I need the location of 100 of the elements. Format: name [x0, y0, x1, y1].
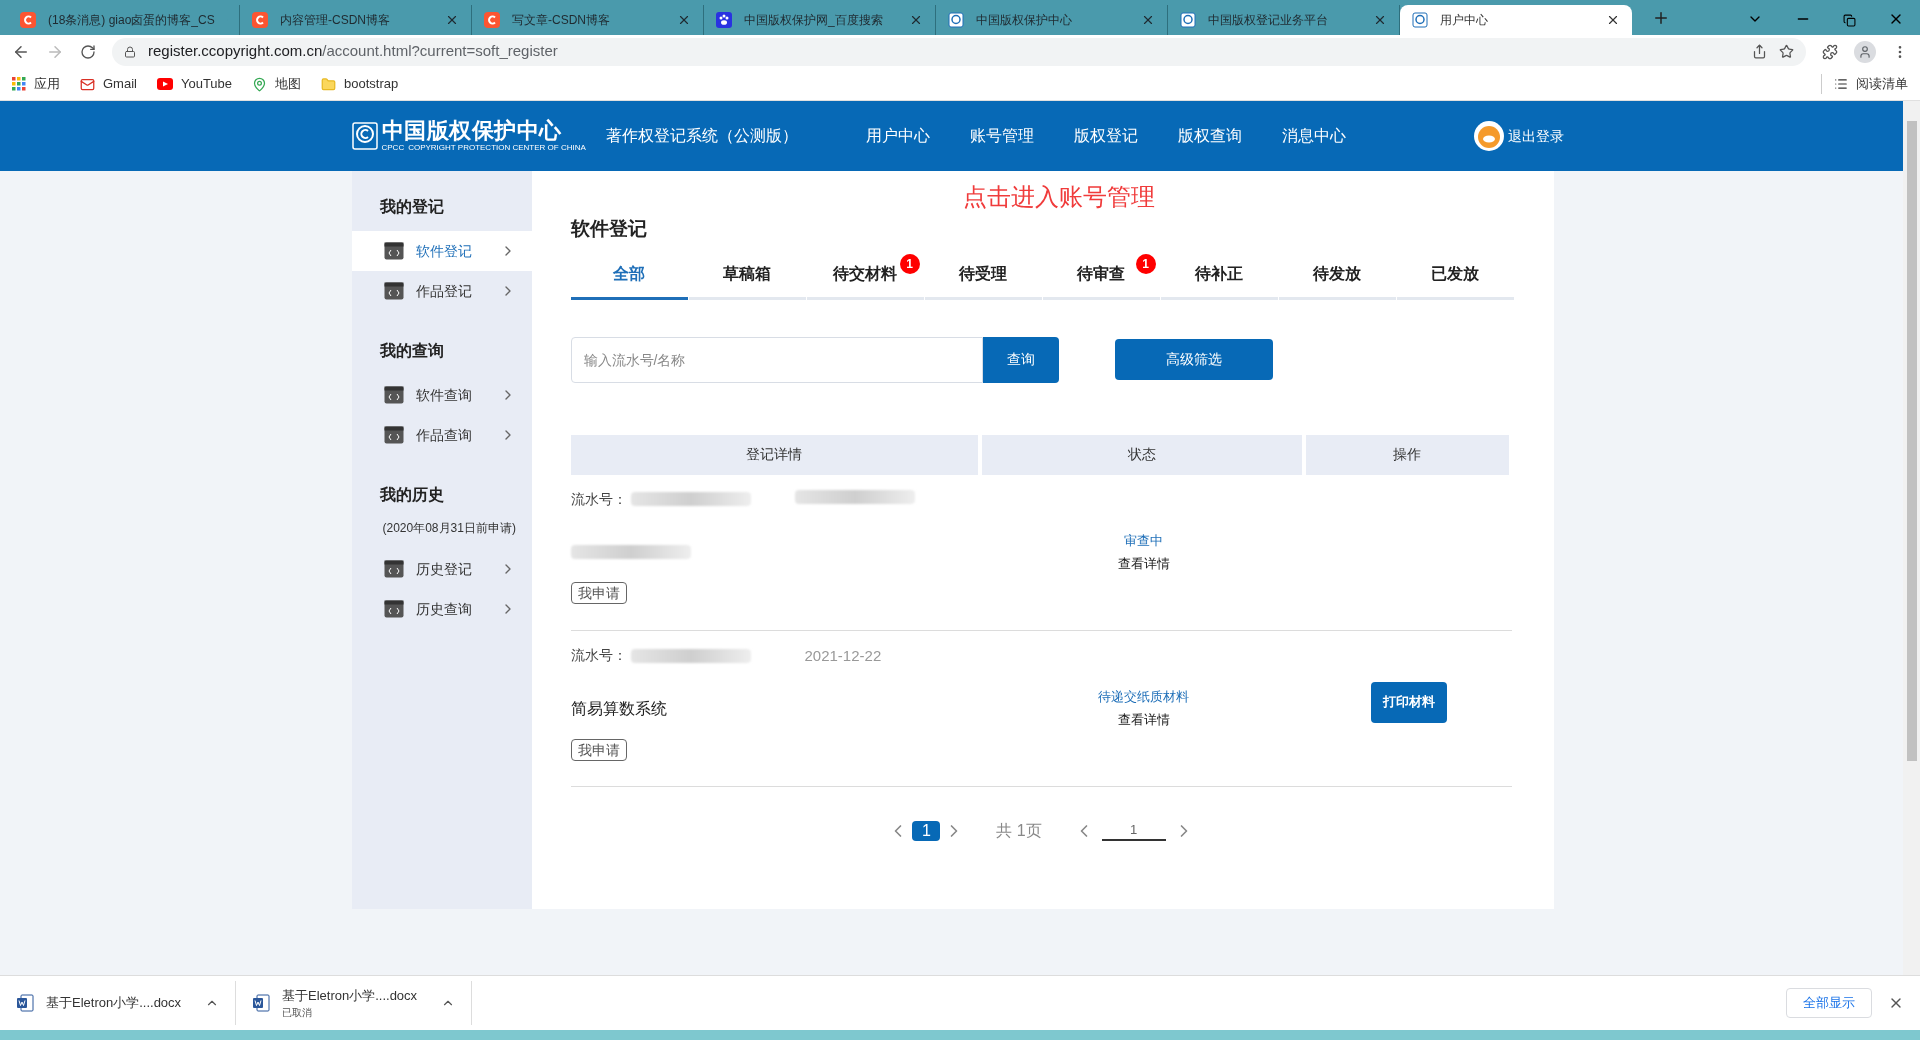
applicant-tag: 我申请	[570, 581, 627, 604]
page-total: 共 1页	[996, 820, 1042, 841]
restore-icon[interactable]	[1843, 14, 1856, 27]
tab-title: 中国版权保护中心	[976, 12, 1073, 29]
download-status: 已取消	[282, 1006, 313, 1021]
csdn-logo-icon	[484, 12, 500, 28]
word-document-icon	[252, 994, 270, 1012]
scrollbar-thumb[interactable]	[1906, 121, 1917, 761]
table-header-cell: 操作	[1305, 434, 1509, 475]
copyright-logo-icon	[351, 122, 378, 150]
status-link[interactable]: 待递交纸质材料	[1098, 686, 1189, 706]
page-jump-field[interactable]: 1	[1101, 819, 1166, 842]
page-number[interactable]: 1	[912, 820, 941, 841]
nav-link[interactable]: 消息中心	[1281, 124, 1346, 148]
sidebar-item[interactable]: 软件查询	[351, 375, 532, 415]
status-tab[interactable]: 待交材料 1	[806, 251, 924, 300]
status-tab[interactable]: 全部	[570, 251, 688, 300]
logo-mark-text: CPCC	[381, 144, 405, 152]
tab-title: 写文章-CSDN博客	[512, 12, 611, 29]
bookmark-item[interactable]: Gmail	[80, 74, 137, 94]
status-tab[interactable]: 待补正	[1160, 251, 1278, 300]
page-title: 软件登记	[570, 217, 648, 241]
profile-avatar[interactable]	[1854, 40, 1876, 63]
map-pin-icon	[252, 76, 268, 92]
status-link[interactable]: 审查中	[1124, 530, 1163, 550]
extensions-icon[interactable]	[1822, 43, 1838, 60]
download-item[interactable]: 基于Eletron小学....docx 已取消	[236, 981, 472, 1025]
word-document-icon	[16, 994, 34, 1012]
copyright-icon	[1180, 12, 1196, 28]
show-all-button[interactable]: 全部显示	[1786, 988, 1872, 1018]
csdn-logo-icon	[252, 12, 268, 28]
count-badge: 1	[899, 253, 920, 274]
mascot-avatar-icon	[1473, 121, 1504, 151]
serial-label: 流水号：	[570, 646, 627, 666]
status-tab[interactable]: 已发放	[1396, 251, 1514, 300]
scrollbar[interactable]	[1903, 101, 1920, 975]
logout-link[interactable]: 退出登录	[1507, 125, 1564, 147]
lock-icon	[124, 45, 136, 58]
sidebar-item[interactable]: 软件登记	[351, 231, 532, 271]
code-window-icon	[383, 560, 404, 578]
folder-icon	[321, 76, 337, 92]
browser-tab[interactable]: 用户中心	[1400, 5, 1632, 35]
nav-link[interactable]: 用户中心	[865, 124, 930, 148]
code-window-icon	[383, 242, 404, 260]
url-text: register.ccopyright.com.cn/account.html?current=soft_register	[148, 41, 559, 62]
sidebar-item[interactable]: 历史查询	[351, 589, 532, 629]
sidebar-item[interactable]: 历史登记	[351, 549, 532, 589]
sidebar-note: (2020年08月31日前申请)	[381, 520, 517, 537]
advanced-filter-button[interactable]: 高级筛选	[1114, 339, 1273, 380]
logo-subtitle: COPYRIGHT PROTECTION CENTER OF CHINA	[408, 144, 586, 152]
bookmark-item[interactable]: 应用	[12, 74, 60, 94]
applicant-tag: 我申请	[570, 739, 627, 761]
sidebar-item[interactable]: 作品登记	[351, 271, 532, 311]
tab-title: 内容管理-CSDN博客	[280, 12, 391, 29]
code-window-icon	[383, 282, 404, 300]
close-icon[interactable]	[1606, 13, 1620, 27]
count-badge: 1	[1135, 253, 1156, 274]
nav-link[interactable]: 版权登记	[1073, 124, 1138, 148]
address-bar[interactable]: register.ccopyright.com.cn/account.html?current=soft_register	[112, 37, 1806, 66]
bookmark-item[interactable]: YouTube	[156, 74, 233, 94]
share-icon[interactable]	[1752, 44, 1767, 59]
code-window-icon	[383, 426, 404, 444]
paw-icon	[716, 12, 732, 28]
tab-title: 中国版权登记业务平台	[1208, 12, 1329, 29]
status-tab[interactable]: 待受理	[924, 251, 1042, 300]
apps-grid-icon	[12, 77, 26, 91]
copyright-icon	[948, 12, 964, 28]
reading-list-button[interactable]: 阅读清单	[1821, 74, 1908, 94]
copyright-icon	[1412, 12, 1428, 28]
new-tab-icon[interactable]	[1652, 9, 1670, 27]
tab-title: (18条消息) giao卤蛋的博客_CS	[48, 12, 215, 29]
nav-link[interactable]: 版权查询	[1177, 124, 1242, 148]
code-window-icon	[383, 600, 404, 618]
reload-icon[interactable]	[80, 43, 96, 60]
sidebar-section-title: 我的查询	[378, 341, 445, 361]
download-file-name: 基于Eletron小学....docx	[46, 994, 183, 1013]
bookmark-star-icon[interactable]	[1779, 44, 1794, 59]
nav-link[interactable]: 账号管理	[969, 124, 1034, 148]
download-file-name: 基于Eletron小学....docx	[282, 986, 419, 1005]
csdn-logo-icon	[20, 12, 36, 28]
search-field[interactable]: 输入流水号/名称	[570, 336, 983, 383]
download-item[interactable]: 基于Eletron小学....docx	[0, 981, 236, 1025]
status-tab[interactable]: 待审查 1	[1042, 251, 1160, 300]
tab-title: 中国版权保护网_百度搜索	[744, 12, 884, 29]
bookmark-item[interactable]: 地图	[252, 74, 302, 94]
bookmark-item[interactable]: bootstrap	[321, 74, 399, 94]
search-button[interactable]: 查询	[982, 336, 1059, 383]
code-window-icon	[383, 386, 404, 404]
tab-title: 用户中心	[1440, 12, 1489, 29]
view-details-link[interactable]: 查看详情	[1117, 710, 1170, 730]
mail-icon	[80, 76, 95, 92]
sidebar-section-title: 我的历史	[378, 485, 445, 505]
sidebar-item[interactable]: 作品查询	[351, 415, 532, 455]
view-details-link[interactable]: 查看详情	[1117, 554, 1170, 574]
status-tab[interactable]: 待发放	[1278, 251, 1396, 300]
print-materials-button[interactable]: 打印材料	[1370, 681, 1447, 723]
sidebar-section-title: 我的登记	[378, 197, 445, 217]
status-tab[interactable]: 草稿箱	[688, 251, 806, 300]
logo-title: 中国版权保护中心	[381, 120, 563, 142]
system-name: 著作权登记系统（公测版）	[605, 126, 798, 146]
